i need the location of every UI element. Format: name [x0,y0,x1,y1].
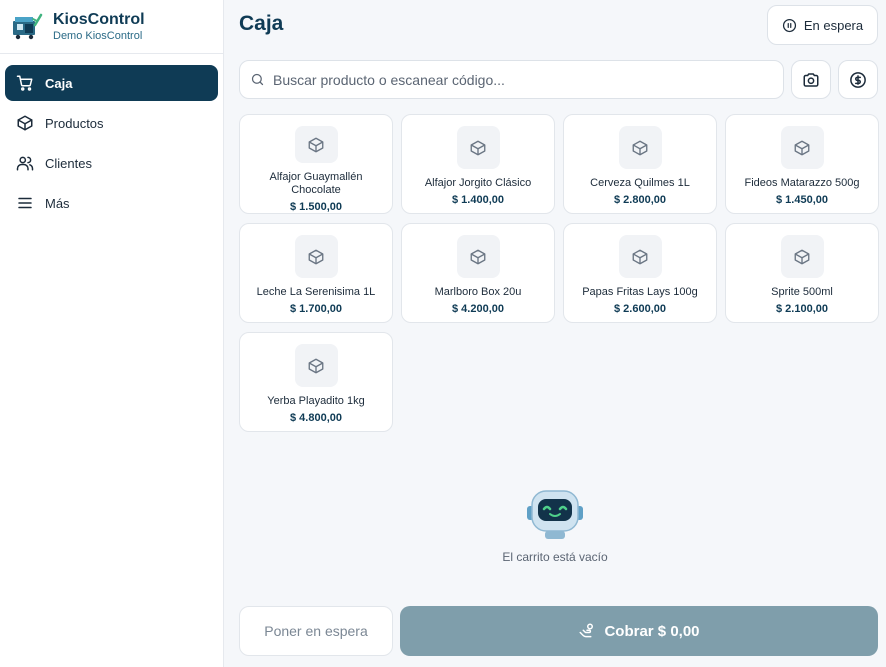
product-grid: Alfajor Guaymallén Chocolate $ 1.500,00 … [239,114,879,432]
empty-cart-text: El carrito está vacío [502,550,608,564]
product-card[interactable]: Alfajor Jorgito Clásico $ 1.400,00 [401,114,555,214]
product-name: Leche La Serenisima 1L [256,286,376,298]
main-content: Caja En espera Alfajor Guaymallén Chocol… [224,0,886,667]
product-price: $ 1.500,00 [290,201,342,213]
product-price: $ 4.200,00 [452,303,504,315]
product-name: Fideos Matarazzo 500g [744,177,860,189]
charge-button[interactable]: Cobrar $ 0,00 [400,606,878,656]
box-icon [470,249,486,264]
sidebar: KiosControl Demo KiosControl Caja Produc… [0,0,224,667]
product-card[interactable]: Sprite 500ml $ 2.100,00 [725,223,879,323]
sidebar-item-productos[interactable]: Productos [5,105,218,141]
users-icon [16,156,34,171]
sidebar-item-clientes[interactable]: Clientes [5,145,218,181]
product-price: $ 2.800,00 [614,194,666,206]
box-icon [632,249,648,264]
box-icon [308,358,324,373]
empty-cart: El carrito está vacío [224,488,886,564]
product-card[interactable]: Papas Fritas Lays 100g $ 2.600,00 [563,223,717,323]
product-name: Papas Fritas Lays 100g [582,286,698,298]
product-price: $ 4.800,00 [290,412,342,424]
menu-icon [18,197,32,209]
box-icon [17,115,33,131]
product-price: $ 2.600,00 [614,303,666,315]
brand-subtitle: Demo KiosControl [53,29,143,42]
on-hold-label: En espera [803,17,864,33]
product-name: Yerba Playadito 1kg [267,395,365,407]
on-hold-button[interactable]: En espera [767,5,878,45]
sidebar-item-caja[interactable]: Caja [5,65,218,101]
product-card[interactable]: Alfajor Guaymallén Chocolate $ 1.500,00 [239,114,393,214]
product-card[interactable]: Cerveza Quilmes 1L $ 2.800,00 [563,114,717,214]
box-icon [794,249,810,264]
sidebar-item-label: Caja [45,75,73,91]
sidebar-item-mas[interactable]: Más [5,185,218,221]
box-icon [308,137,324,152]
brand-name: KiosControl [53,10,145,28]
product-card[interactable]: Leche La Serenisima 1L $ 1.700,00 [239,223,393,323]
product-card[interactable]: Yerba Playadito 1kg $ 4.800,00 [239,332,393,432]
product-name: Sprite 500ml [771,286,833,298]
search-icon [251,73,264,86]
sidebar-item-label: Clientes [45,155,92,171]
price-check-button[interactable] [838,60,878,99]
put-on-hold-button[interactable]: Poner en espera [239,606,393,656]
kiosk-logo-icon [13,13,43,39]
product-price: $ 1.400,00 [452,194,504,206]
search-bar [239,60,784,99]
product-price: $ 1.700,00 [290,303,342,315]
search-input[interactable] [273,71,753,88]
product-card[interactable]: Marlboro Box 20u $ 4.200,00 [401,223,555,323]
camera-icon [803,72,819,87]
box-icon [632,140,648,155]
charge-label: Cobrar $ 0,00 [604,622,700,640]
dollar-circle-icon [850,71,866,88]
product-card[interactable]: Fideos Matarazzo 500g $ 1.450,00 [725,114,879,214]
camera-scan-button[interactable] [791,60,831,99]
robot-mascot-icon [527,490,583,539]
sidebar-item-label: Más [45,195,70,211]
hand-money-icon [579,623,594,638]
product-name: Cerveza Quilmes 1L [590,177,690,189]
box-icon [470,140,486,155]
product-price: $ 1.450,00 [776,194,828,206]
product-name: Alfajor Jorgito Clásico [424,177,532,189]
brand[interactable]: KiosControl Demo KiosControl [0,0,223,54]
product-price: $ 2.100,00 [776,303,828,315]
pause-icon [782,18,796,32]
page-title: Caja [239,12,284,35]
box-icon [794,140,810,155]
product-name: Alfajor Guaymallén Chocolate [269,171,363,196]
cart-icon [16,75,33,91]
sidebar-item-label: Productos [45,115,104,131]
box-icon [308,249,324,264]
sidebar-nav: Caja Productos Clientes Más [0,54,223,236]
product-name: Marlboro Box 20u [434,286,522,298]
